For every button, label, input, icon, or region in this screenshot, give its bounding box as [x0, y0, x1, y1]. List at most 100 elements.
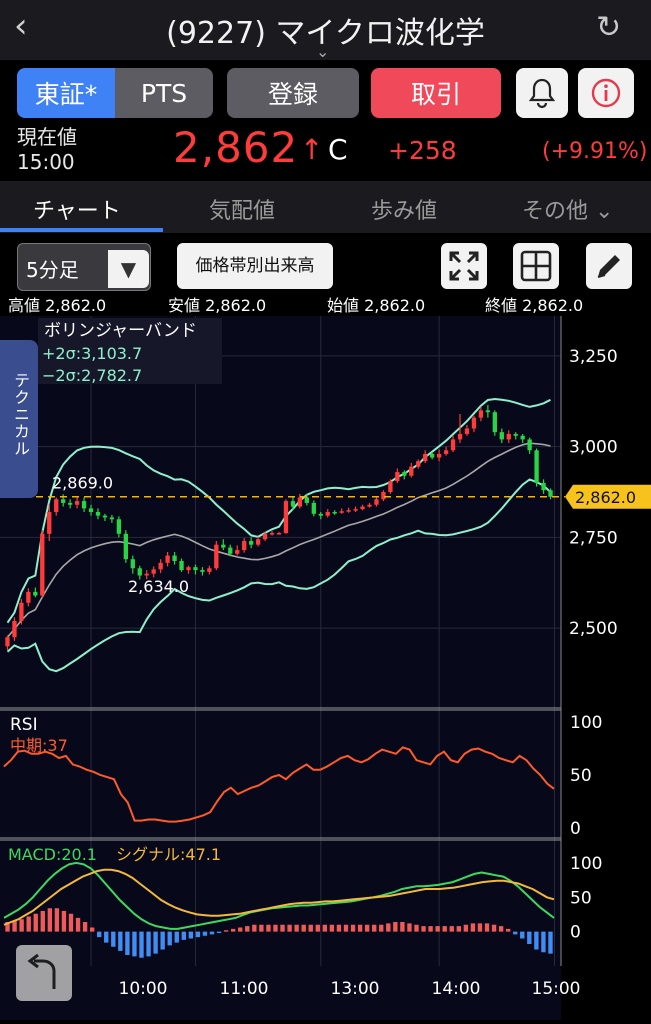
interval-select-value: 5分足 [26, 258, 79, 282]
candle-body [200, 570, 205, 572]
candle-body [61, 499, 66, 503]
market-tse-button[interactable]: 東証* [17, 68, 115, 118]
macd-histogram-bar [259, 924, 264, 932]
candle-body [102, 515, 108, 518]
candle-body [255, 539, 261, 545]
trade-button[interactable]: 取引 [371, 68, 501, 118]
macd-histogram-bar [357, 924, 363, 932]
macd-histogram-bar [104, 931, 109, 943]
volume-by-price-button[interactable]: 価格帯別出来高 [177, 243, 333, 289]
candle-body [478, 410, 484, 418]
candle-body [332, 512, 337, 514]
candle-body [172, 555, 177, 561]
macd-histogram-bar [174, 931, 179, 943]
macd-histogram-bar [520, 931, 525, 939]
macd-histogram-bar [505, 928, 511, 932]
macd-histogram-bar [294, 924, 299, 932]
candle-body [374, 499, 379, 505]
open-caption: 始値 [327, 296, 360, 315]
undo-icon[interactable] [16, 945, 72, 1001]
time-tick-label: 13:00 [331, 979, 380, 999]
pencil-icon[interactable] [586, 243, 632, 289]
macd-histogram-bar [498, 926, 504, 932]
macd-histogram-bar [442, 926, 447, 932]
info-icon[interactable] [578, 68, 634, 118]
low-label: 安値 2,862.0 [168, 292, 266, 316]
candle-body [423, 453, 428, 462]
candle-body [193, 567, 198, 571]
macd-histogram-bar [527, 931, 532, 944]
macd-histogram-bar [343, 924, 349, 932]
candle-body [235, 550, 240, 554]
macd-histogram-bar [230, 928, 236, 932]
macd-histogram-bar [491, 924, 497, 932]
candle-body [492, 412, 497, 433]
tab-trades[interactable]: 歩み値 [371, 193, 437, 225]
macd-histogram-bar [449, 926, 454, 932]
high-annotation: 2,869.0 [52, 473, 113, 492]
tab-chart[interactable]: チャート [33, 193, 121, 225]
candle-body [81, 501, 87, 509]
candle-body [137, 568, 142, 576]
macd-histogram-bar [541, 931, 546, 953]
candle-body [325, 512, 330, 516]
low-annotation: 2,634.0 [128, 577, 189, 596]
macd-histogram-bar [266, 924, 271, 932]
macd-histogram-bar [350, 924, 356, 932]
grid-layout-icon[interactable] [513, 243, 559, 289]
candle-body [109, 517, 115, 520]
stock-chart[interactable]: 2,862.0 2,869.0 2,634.0 ボリンジャーバンド +2σ:3,103.… [0, 316, 651, 1020]
candle-body [388, 481, 393, 493]
macd-histogram-bar [364, 924, 370, 932]
candle-body [513, 433, 518, 436]
price-change-percent: (+9.91%) [542, 139, 648, 164]
candle-body [416, 461, 421, 467]
candle-body [457, 433, 463, 440]
register-button[interactable]: 登録 [227, 68, 359, 118]
candle-body [123, 533, 128, 560]
tab-quotes[interactable]: 気配値 [209, 193, 275, 225]
macd-histogram-bar [322, 924, 328, 932]
signal-label: シグナル:47.1 [116, 845, 221, 864]
macd-tick-label: 50 [570, 888, 592, 908]
macd-histogram-bar [181, 931, 186, 940]
macd-histogram-bar [132, 931, 137, 957]
open-value: 2,862.0 [364, 296, 426, 315]
bell-icon[interactable] [516, 68, 568, 118]
current-price-caption: 現在値 [17, 125, 77, 149]
candle-body [144, 573, 149, 576]
macd-histogram-bar [470, 923, 476, 932]
candle-body [339, 511, 344, 513]
candle-body [395, 472, 400, 482]
candle-body [179, 561, 184, 571]
reload-icon[interactable]: ↻ [596, 10, 621, 45]
candle-body [548, 490, 553, 497]
macd-histogram-bar [379, 924, 384, 932]
chevron-down-icon: ⌄ [595, 199, 614, 224]
candle-body [116, 519, 122, 534]
market-pts-button[interactable]: PTS [115, 68, 213, 118]
macd-histogram-bar [82, 922, 88, 932]
candle-body [5, 637, 10, 647]
macd-histogram-bar [111, 931, 116, 947]
time-tick-label: 11:00 [220, 979, 269, 999]
close-label: 終値 2,862.0 [485, 292, 583, 316]
macd-histogram-bar [238, 927, 243, 932]
chevron-down-icon[interactable]: ⌄ [316, 42, 329, 61]
macd-histogram-bar [26, 916, 31, 932]
fullscreen-icon[interactable] [441, 243, 487, 289]
price-tick-label: 3,000 [569, 438, 618, 458]
candle-body [430, 453, 435, 458]
technical-side-tab-label: テクニカル [11, 372, 30, 457]
macd-histogram-bar [61, 911, 67, 932]
candle-body [471, 417, 477, 429]
dropdown-triangle-icon[interactable]: ▼ [108, 250, 149, 288]
candle-body [367, 504, 372, 507]
macd-histogram-bar [315, 924, 320, 932]
tab-other[interactable]: その他 ⌄ [522, 193, 613, 225]
low-value: 2,862.0 [205, 296, 267, 315]
candle-body [353, 509, 358, 511]
macd-histogram-bar [301, 924, 306, 932]
candle-body [450, 439, 456, 451]
macd-histogram-bar [428, 926, 433, 932]
